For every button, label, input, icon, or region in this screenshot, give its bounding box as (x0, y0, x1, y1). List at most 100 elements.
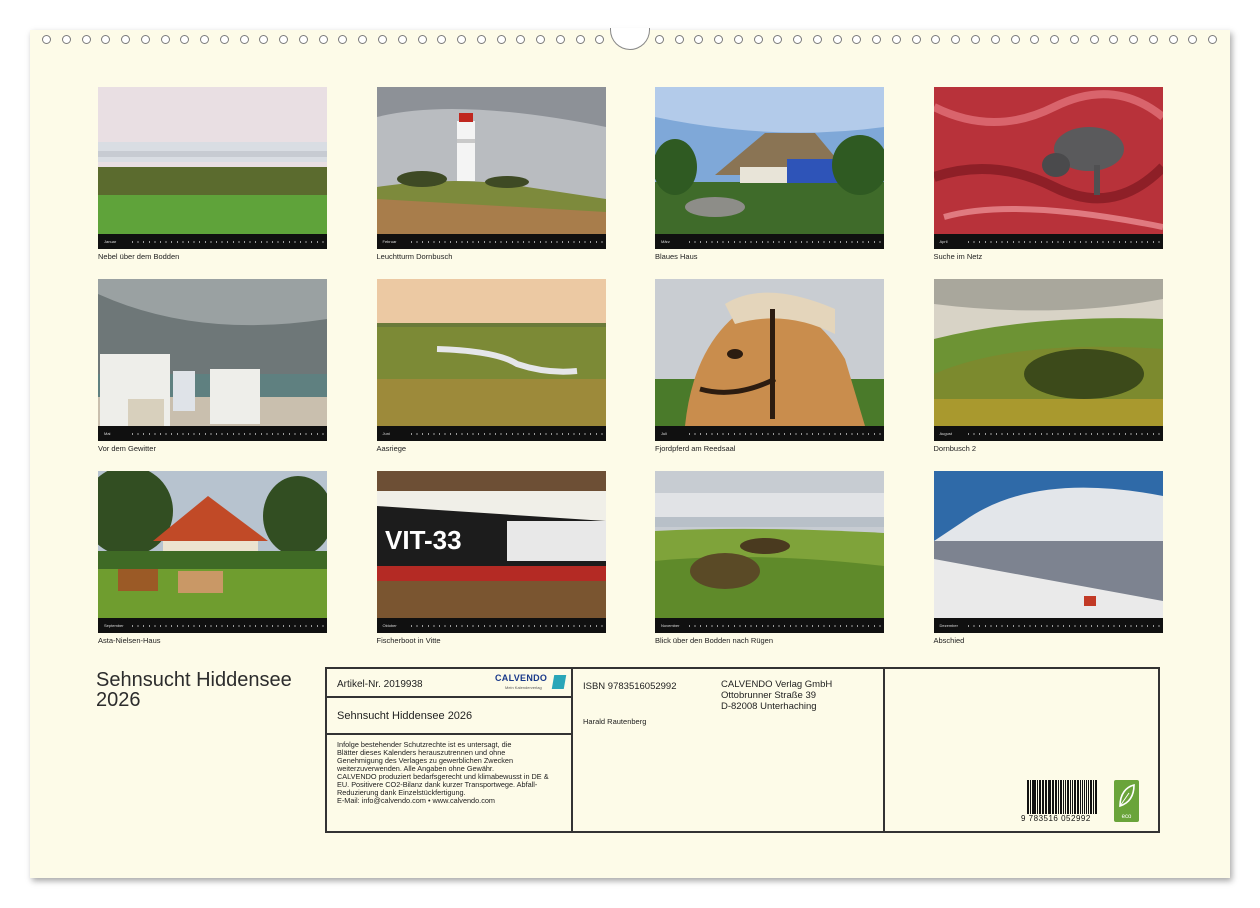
day-ticks (967, 624, 1163, 627)
month-photo (376, 279, 606, 426)
month-strip: Dezember (933, 618, 1163, 633)
binding-ring (219, 35, 229, 44)
svg-text:VIT-33: VIT-33 (385, 525, 462, 555)
binding-ring (239, 35, 249, 44)
info-column-article: Artikel-Nr. 2019938 CALVENDO Mein Kalend… (327, 669, 573, 831)
binding-ring (516, 35, 526, 44)
info-column-publisher: ISBN 9783516052992 Harald Rautenberg CAL… (573, 669, 885, 831)
calendar-sheet: Januar Nebel über dem Bodden Februar Leucht… (30, 28, 1230, 878)
month-caption: Suche im Netz (933, 252, 983, 261)
month-strip: Januar (98, 234, 327, 249)
month-label: Dezember (939, 623, 958, 628)
month-photo (933, 87, 1163, 234)
month-caption: Vor dem Gewitter (98, 444, 156, 453)
binding-ring (378, 35, 388, 44)
binding-ring (575, 35, 585, 44)
month-label: März (661, 239, 670, 244)
binding-ring (1188, 35, 1198, 44)
binding-ring (951, 35, 961, 44)
day-ticks (410, 240, 606, 243)
month-strip: Mai (98, 426, 327, 441)
barcode-bar (1036, 780, 1038, 814)
barcode-bar (1038, 780, 1041, 814)
binding-ring (318, 35, 328, 44)
binding-ring (476, 35, 486, 44)
month-photo (655, 279, 884, 426)
publisher-address: CALVENDO Verlag GmbH Ottobrunner Straße 3… (721, 679, 832, 712)
binding-ring (872, 35, 882, 44)
month-caption: Abschied (933, 636, 965, 645)
day-ticks (967, 432, 1163, 435)
binding-ring (140, 35, 150, 44)
barcode-bar (1077, 780, 1079, 814)
binding-ring (733, 35, 743, 44)
day-ticks (132, 240, 327, 243)
barcode-bar (1095, 780, 1098, 814)
barcode-bar (1033, 780, 1036, 814)
binding-ring (101, 35, 111, 44)
day-ticks (410, 624, 606, 627)
month-strip: September (98, 618, 327, 633)
month-label: Oktober (382, 623, 397, 628)
month-photo (376, 87, 606, 234)
binding-ring (714, 35, 724, 44)
barcode-bar (1088, 780, 1089, 814)
barcode-bar (1063, 780, 1065, 814)
day-ticks (967, 240, 1163, 243)
barcode-bar (1043, 780, 1045, 814)
month-strip: August (933, 426, 1163, 441)
binding-ring (674, 35, 684, 44)
month-caption: Blaues Haus (655, 252, 698, 261)
month-label: April (939, 239, 948, 244)
day-ticks (689, 432, 884, 435)
barcode-bar (1055, 780, 1057, 814)
binding-ring (753, 35, 763, 44)
month-label: Juli (661, 431, 668, 436)
barcode-bar (1089, 780, 1093, 814)
binding-ring (555, 35, 565, 44)
binding-ring (1148, 35, 1158, 44)
binding-ring (1129, 35, 1139, 44)
article-row: Artikel-Nr. 2019938 CALVENDO Mein Kalend… (327, 669, 571, 698)
barcode-bars (1027, 780, 1098, 814)
binding-ring (832, 35, 842, 44)
month-strip: November (655, 618, 884, 633)
subtitle-row: Sehnsucht Hiddensee 2026 (327, 698, 571, 735)
isbn: ISBN 9783516052992 (583, 681, 677, 692)
article-number: Artikel-Nr. 2019938 (337, 679, 423, 690)
barcode-bar (1059, 780, 1063, 814)
binding-ring (61, 35, 71, 44)
barcode-bar (1051, 780, 1053, 814)
binding-ring (1010, 35, 1020, 44)
month-strip: März (655, 234, 884, 249)
month-label: Mai (104, 431, 111, 436)
binding-ring (1030, 35, 1040, 44)
barcode-bar (1071, 780, 1073, 814)
binding-ring (536, 35, 546, 44)
month-label: Februar (382, 239, 397, 244)
calendar-title: Sehnsucht Hiddensee 2026 (96, 669, 292, 711)
barcode-bar (1057, 780, 1059, 814)
month-caption: Asta-Nielsen-Haus (98, 636, 161, 645)
month-label: Juni (382, 431, 390, 436)
binding-ring (970, 35, 980, 44)
binding-ring (417, 35, 427, 44)
barcode-bar (1081, 780, 1083, 814)
month-photo (98, 471, 327, 618)
barcode: 9 783516 052992 (1021, 780, 1099, 824)
barcode-number: 9 783516 052992 (1021, 814, 1091, 823)
month-photo (98, 87, 327, 234)
day-ticks (410, 432, 606, 435)
barcode-bar (1031, 780, 1033, 814)
day-ticks (132, 624, 327, 627)
binding-ring (852, 35, 862, 44)
month-caption: Leuchtturm Dornbusch (376, 252, 453, 261)
binding-ring (812, 35, 822, 44)
binding-ring (180, 35, 190, 44)
publisher-line: CALVENDO Verlag GmbH (721, 679, 833, 690)
barcode-bar (1027, 780, 1029, 814)
barcode-bar (1041, 780, 1043, 814)
binding-ring (121, 35, 131, 44)
binding-ring (654, 35, 664, 44)
binding-ring (773, 35, 783, 44)
